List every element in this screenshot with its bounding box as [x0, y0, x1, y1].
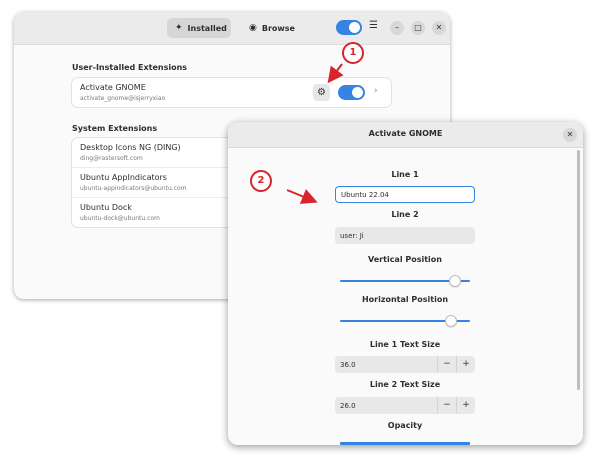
line2-size-label: Line 2 Text Size	[369, 380, 441, 389]
extension-name: Ubuntu Dock	[80, 203, 132, 212]
user-extensions-list: Activate GNOME activate_gnome@isjerryxia…	[72, 78, 391, 107]
user-extensions-title: User-Installed Extensions	[72, 63, 188, 72]
maximize-icon[interactable]: □	[411, 21, 425, 35]
list-item[interactable]: Activate GNOME activate_gnome@isjerryxia…	[72, 78, 391, 107]
line1-size-spinbutton[interactable]: 36.0 − +	[335, 356, 475, 373]
chevron-right-icon[interactable]: ›	[374, 86, 378, 96]
hamburger-menu-icon[interactable]: ☰	[369, 20, 378, 31]
line2-size-spinbutton[interactable]: 26.0 − +	[335, 397, 475, 414]
horizontal-position-label: Horizontal Position	[361, 295, 449, 304]
extension-id: activate_gnome@isjerryxiao	[80, 95, 166, 102]
vertical-position-label: Vertical Position	[368, 255, 442, 264]
extension-id: ubuntu-appindicators@ubuntu.com	[80, 185, 187, 192]
horizontal-position-slider[interactable]	[340, 316, 470, 326]
close-icon[interactable]: ✕	[432, 21, 446, 35]
line1-input[interactable]	[335, 186, 475, 203]
line2-size-value[interactable]: 26.0	[335, 402, 437, 410]
settings-gear-button[interactable]: ⚙	[313, 84, 330, 101]
tab-browse[interactable]: ◉ Browse	[241, 18, 301, 38]
decrement-button[interactable]: −	[437, 356, 456, 373]
line2-input[interactable]	[335, 227, 475, 244]
line2-label: Line 2	[391, 210, 419, 219]
horizontal-slider-knob[interactable]	[445, 316, 456, 326]
extension-name: Ubuntu AppIndicators	[80, 173, 167, 182]
tab-browse-label: Browse	[261, 23, 295, 33]
tab-installed-label: Installed	[187, 23, 227, 33]
extension-toggle[interactable]	[338, 85, 365, 100]
gear-icon: ⚙	[317, 87, 326, 98]
system-extensions-title: System Extensions	[72, 124, 158, 133]
extensions-master-toggle[interactable]	[336, 20, 362, 35]
dialog-header-bar: Activate GNOME ✕	[228, 122, 583, 148]
increment-button[interactable]: +	[456, 397, 475, 414]
vertical-position-slider[interactable]	[340, 276, 470, 286]
step-2-badge: 2	[250, 170, 272, 192]
line1-size-value[interactable]: 36.0	[335, 361, 437, 369]
line1-size-label: Line 1 Text Size	[369, 340, 441, 349]
extension-name: Desktop Icons NG (DING)	[80, 143, 181, 152]
puzzle-icon: ✦	[175, 22, 183, 33]
increment-button[interactable]: +	[456, 356, 475, 373]
dialog-title: Activate GNOME	[368, 129, 443, 138]
minimize-icon[interactable]: –	[390, 21, 404, 35]
extension-preferences-dialog: Activate GNOME ✕ Line 1 Line 2 Vertical …	[228, 122, 583, 445]
header-bar: ✦ Installed ◉ Browse ☰ – □ ✕	[14, 12, 450, 45]
dialog-close-icon[interactable]: ✕	[563, 128, 577, 142]
vertical-slider-knob[interactable]	[450, 276, 461, 286]
extension-name: Activate GNOME	[80, 83, 146, 92]
extension-id: ding@rastersoft.com	[80, 155, 143, 162]
line1-label: Line 1	[391, 170, 419, 179]
opacity-label: Opacity	[387, 421, 423, 430]
globe-icon: ◉	[249, 22, 257, 33]
step-1-badge: 1	[342, 42, 364, 64]
dialog-scrollbar[interactable]	[577, 150, 580, 390]
extension-id: ubuntu-dock@ubuntu.com	[80, 215, 160, 222]
opacity-slider[interactable]	[340, 442, 470, 445]
decrement-button[interactable]: −	[437, 397, 456, 414]
tab-installed[interactable]: ✦ Installed	[167, 18, 231, 38]
